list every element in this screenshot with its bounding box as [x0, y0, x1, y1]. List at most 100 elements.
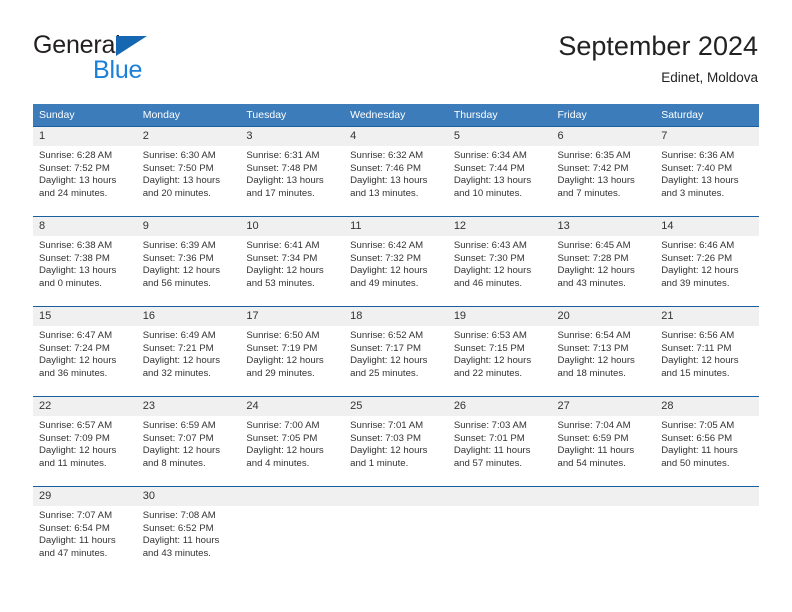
day-daylight-line: and 46 minutes. — [453, 277, 523, 289]
calendar-day-cell[interactable] — [551, 486, 656, 576]
day-number: 25 — [344, 397, 448, 416]
day-cell-content: 23 Sunrise: 6:59 AM Sunset: 7:07 PM Dayligh… — [136, 397, 241, 486]
day-sun-info: Sunrise: 6:52 AM Sunset: 7:17 PM Daylight:… — [344, 326, 448, 380]
day-sunset-line: Sunset: 7:03 PM — [350, 432, 422, 444]
calendar-day-cell[interactable]: 20 Sunrise: 6:54 AM Sunset: 7:13 PM Dayligh… — [551, 306, 656, 397]
calendar-day-cell[interactable]: 18 Sunrise: 6:52 AM Sunset: 7:17 PM Dayligh… — [344, 306, 448, 397]
day-sunrise-line: Sunrise: 7:05 AM — [661, 420, 735, 431]
day-daylight-line: Daylight: 12 hours — [453, 355, 532, 367]
day-daylight-line: and 13 minutes. — [350, 187, 419, 199]
day-sunset-line: Sunset: 7:07 PM — [142, 432, 214, 444]
day-daylight-line: Daylight: 12 hours — [246, 445, 324, 457]
day-daylight-line: and 8 minutes. — [142, 457, 206, 469]
day-sunrise-line: Sunrise: 6:43 AM — [453, 240, 527, 251]
day-cell-content: 22 Sunrise: 6:57 AM Sunset: 7:09 PM Dayligh… — [33, 397, 137, 486]
calendar-day-cell[interactable]: 24 Sunrise: 7:00 AM Sunset: 7:05 PM Dayligh… — [240, 396, 345, 487]
calendar-day-cell[interactable]: 17 Sunrise: 6:50 AM Sunset: 7:19 PM Dayligh… — [240, 306, 345, 397]
day-number: 2 — [136, 127, 241, 146]
day-daylight-line: Daylight: 12 hours — [39, 355, 117, 367]
day-daylight-line: Daylight: 12 hours — [39, 445, 117, 457]
day-cell-content — [551, 487, 656, 576]
calendar-day-cell[interactable] — [447, 486, 552, 576]
general-blue-logo[interactable]: General Blue — [33, 33, 233, 85]
day-cell-content: 1 Sunrise: 6:28 AM Sunset: 7:52 PM Daylight… — [33, 127, 137, 216]
calendar-day-cell[interactable]: 30 Sunrise: 7:08 AM Sunset: 6:52 PM Dayligh… — [136, 486, 241, 576]
day-cell-content — [344, 487, 448, 576]
day-sun-info: Sunrise: 6:56 AM Sunset: 7:11 PM Daylight:… — [655, 326, 759, 380]
calendar-day-cell[interactable]: 3 Sunrise: 6:31 AM Sunset: 7:48 PM Daylight… — [240, 126, 345, 217]
day-sun-info: Sunrise: 6:53 AM Sunset: 7:15 PM Daylight:… — [448, 326, 552, 380]
calendar-day-cell[interactable]: 12 Sunrise: 6:43 AM Sunset: 7:30 PM Dayligh… — [447, 216, 552, 307]
calendar-day-cell[interactable]: 2 Sunrise: 6:30 AM Sunset: 7:50 PM Daylight… — [136, 126, 241, 217]
calendar-day-cell[interactable]: 23 Sunrise: 6:59 AM Sunset: 7:07 PM Dayligh… — [136, 396, 241, 487]
day-sun-info: Sunrise: 6:57 AM Sunset: 7:09 PM Daylight:… — [33, 416, 137, 470]
day-sunrise-line: Sunrise: 6:41 AM — [246, 240, 320, 251]
calendar-page: General Blue September 2024 Edinet, Mold… — [0, 0, 792, 612]
day-daylight-line: and 29 minutes. — [246, 367, 315, 379]
calendar-day-cell[interactable]: 5 Sunrise: 6:34 AM Sunset: 7:44 PM Daylight… — [447, 126, 552, 217]
calendar-day-cell[interactable]: 11 Sunrise: 6:42 AM Sunset: 7:32 PM Dayligh… — [344, 216, 448, 307]
day-sun-info: Sunrise: 6:45 AM Sunset: 7:28 PM Daylight:… — [552, 236, 656, 290]
day-cell-content: 11 Sunrise: 6:42 AM Sunset: 7:32 PM Dayligh… — [344, 217, 448, 306]
calendar-day-cell[interactable]: 7 Sunrise: 6:36 AM Sunset: 7:40 PM Daylight… — [655, 126, 759, 217]
day-number: 30 — [136, 487, 241, 506]
day-sunset-line: Sunset: 7:44 PM — [453, 162, 525, 174]
calendar-day-cell[interactable]: 6 Sunrise: 6:35 AM Sunset: 7:42 PM Daylight… — [551, 126, 656, 217]
day-cell-content: 7 Sunrise: 6:36 AM Sunset: 7:40 PM Daylight… — [655, 127, 759, 216]
day-number: 9 — [136, 217, 241, 236]
calendar-day-cell[interactable]: 4 Sunrise: 6:32 AM Sunset: 7:46 PM Daylight… — [344, 126, 448, 217]
weekday-header-sunday: Sunday — [33, 104, 137, 127]
day-daylight-line: Daylight: 12 hours — [142, 265, 221, 277]
day-number — [344, 487, 448, 506]
calendar-day-cell[interactable]: 21 Sunrise: 6:56 AM Sunset: 7:11 PM Dayligh… — [655, 306, 759, 397]
day-sunrise-line: Sunrise: 7:07 AM — [39, 510, 113, 521]
calendar-day-cell[interactable]: 15 Sunrise: 6:47 AM Sunset: 7:24 PM Dayligh… — [33, 306, 137, 397]
day-daylight-line: and 0 minutes. — [39, 277, 102, 289]
day-cell-content: 14 Sunrise: 6:46 AM Sunset: 7:26 PM Dayligh… — [655, 217, 759, 306]
day-number: 14 — [655, 217, 759, 236]
day-sunset-line: Sunset: 6:52 PM — [142, 522, 214, 534]
calendar-day-cell[interactable]: 14 Sunrise: 6:46 AM Sunset: 7:26 PM Dayligh… — [655, 216, 759, 307]
calendar-day-cell[interactable]: 26 Sunrise: 7:03 AM Sunset: 7:01 PM Dayligh… — [447, 396, 552, 487]
calendar-day-cell[interactable]: 1 Sunrise: 6:28 AM Sunset: 7:52 PM Daylight… — [33, 126, 137, 217]
day-sunrise-line: Sunrise: 6:34 AM — [453, 150, 527, 161]
day-sunset-line: Sunset: 7:19 PM — [246, 342, 318, 354]
calendar-day-cell[interactable]: 28 Sunrise: 7:05 AM Sunset: 6:56 PM Dayligh… — [655, 396, 759, 487]
day-daylight-line: Daylight: 12 hours — [350, 445, 428, 457]
day-sun-info: Sunrise: 6:49 AM Sunset: 7:21 PM Daylight:… — [137, 326, 241, 380]
calendar-day-cell[interactable]: 16 Sunrise: 6:49 AM Sunset: 7:21 PM Dayligh… — [136, 306, 241, 397]
day-number: 4 — [344, 127, 448, 146]
day-daylight-line: Daylight: 13 hours — [39, 265, 117, 277]
day-daylight-line: and 17 minutes. — [246, 187, 315, 199]
day-daylight-line: Daylight: 12 hours — [350, 265, 428, 277]
calendar-day-cell[interactable]: 22 Sunrise: 6:57 AM Sunset: 7:09 PM Dayligh… — [33, 396, 137, 487]
day-sun-info: Sunrise: 6:59 AM Sunset: 7:07 PM Daylight:… — [137, 416, 241, 470]
calendar-day-cell[interactable] — [655, 486, 759, 576]
day-sunset-line: Sunset: 6:59 PM — [557, 432, 629, 444]
calendar-day-cell[interactable]: 25 Sunrise: 7:01 AM Sunset: 7:03 PM Dayligh… — [344, 396, 448, 487]
day-sun-info: Sunrise: 6:28 AM Sunset: 7:52 PM Daylight:… — [33, 146, 137, 200]
day-cell-content: 10 Sunrise: 6:41 AM Sunset: 7:34 PM Dayligh… — [240, 217, 345, 306]
day-number — [447, 487, 552, 506]
calendar-day-cell[interactable]: 19 Sunrise: 6:53 AM Sunset: 7:15 PM Dayligh… — [447, 306, 552, 397]
day-sunrise-line: Sunrise: 7:01 AM — [350, 420, 424, 431]
calendar-day-cell[interactable]: 29 Sunrise: 7:07 AM Sunset: 6:54 PM Dayligh… — [33, 486, 137, 576]
day-daylight-line: and 11 minutes. — [39, 457, 107, 469]
calendar-day-cell[interactable] — [344, 486, 448, 576]
day-daylight-line: and 22 minutes. — [453, 367, 523, 379]
calendar-day-cell[interactable]: 9 Sunrise: 6:39 AM Sunset: 7:36 PM Daylight… — [136, 216, 241, 307]
calendar-day-cell[interactable]: 27 Sunrise: 7:04 AM Sunset: 6:59 PM Dayligh… — [551, 396, 656, 487]
calendar-day-cell[interactable]: 13 Sunrise: 6:45 AM Sunset: 7:28 PM Dayligh… — [551, 216, 656, 307]
day-sun-info: Sunrise: 6:46 AM Sunset: 7:26 PM Daylight:… — [655, 236, 759, 290]
day-number: 5 — [447, 127, 552, 146]
day-sun-info — [655, 506, 759, 510]
day-number: 20 — [551, 307, 656, 326]
day-number: 23 — [136, 397, 241, 416]
calendar-day-cell[interactable]: 10 Sunrise: 6:41 AM Sunset: 7:34 PM Dayligh… — [240, 216, 345, 307]
calendar-day-cell[interactable] — [240, 486, 345, 576]
day-daylight-line: and 36 minutes. — [39, 367, 108, 379]
day-sunrise-line: Sunrise: 6:56 AM — [661, 330, 735, 341]
day-sun-info: Sunrise: 7:00 AM Sunset: 7:05 PM Daylight:… — [240, 416, 344, 470]
day-number: 29 — [33, 487, 137, 506]
calendar-day-cell[interactable]: 8 Sunrise: 6:38 AM Sunset: 7:38 PM Daylight… — [33, 216, 137, 307]
